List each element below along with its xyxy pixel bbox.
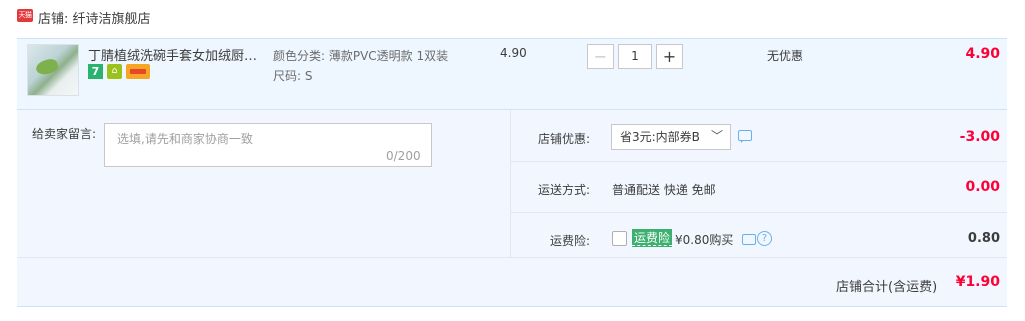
product-size-attribute: 尺码: S [273,69,313,83]
chevron-down-icon[interactable]: ﹀ [711,127,723,144]
help-icon[interactable]: ? [757,231,772,246]
seller-message-placeholder: 选填,请先和商家协商一致 [117,132,253,146]
divider [511,161,1007,162]
tmall-logo: 天猫 [17,9,33,22]
shipping-method-label: 运送方式: [537,183,590,197]
shipping-insurance-label: 运费险: [549,234,590,248]
divider [17,257,1007,258]
item-promotion: 无优惠 [767,49,804,63]
seven-day-return-icon[interactable]: 7 [88,64,103,79]
product-title[interactable]: 丁腈植绒洗碗手套女加绒厨房家... [88,45,268,64]
divider [511,212,1007,213]
shipping-insurance-price: ¥0.80购买 [675,233,734,247]
guarantee-icon[interactable]: ⌂ [107,64,122,79]
shipping-insurance-checkbox[interactable] [612,231,627,246]
seller-message-label: 给卖家留言: [32,127,97,141]
item-subtotal: 4.90 [965,46,1000,62]
seller-message-counter: 0/200 [386,149,421,163]
unit-price: 4.90 [500,46,527,60]
shop-discount-value: -3.00 [959,129,1000,145]
quantity-decrease-button[interactable]: − [587,44,614,69]
shipping-insurance-value: 0.80 [967,231,1000,246]
shipping-fee: 0.00 [965,179,1000,195]
shop-name[interactable]: 店铺: 纤诗洁旗舰店 [38,8,151,27]
quantity-input[interactable]: 1 [618,44,652,69]
chat-icon[interactable] [742,234,756,245]
chat-icon[interactable] [738,130,752,143]
quantity-increase-button[interactable]: + [656,44,683,69]
product-color-attribute: 颜色分类: 薄款PVC透明款 1双装 [273,49,449,63]
shipping-insurance-tag[interactable]: 运费险 [632,229,673,247]
shop-discount-label: 店铺优惠: [537,132,590,146]
shipping-method: 普通配送 快递 免邮 [612,183,716,197]
shop-total-label: 店铺合计(含运费) [836,280,938,295]
shop-total-value: ¥1.90 [955,274,1000,290]
credit-card-icon[interactable] [126,64,150,79]
